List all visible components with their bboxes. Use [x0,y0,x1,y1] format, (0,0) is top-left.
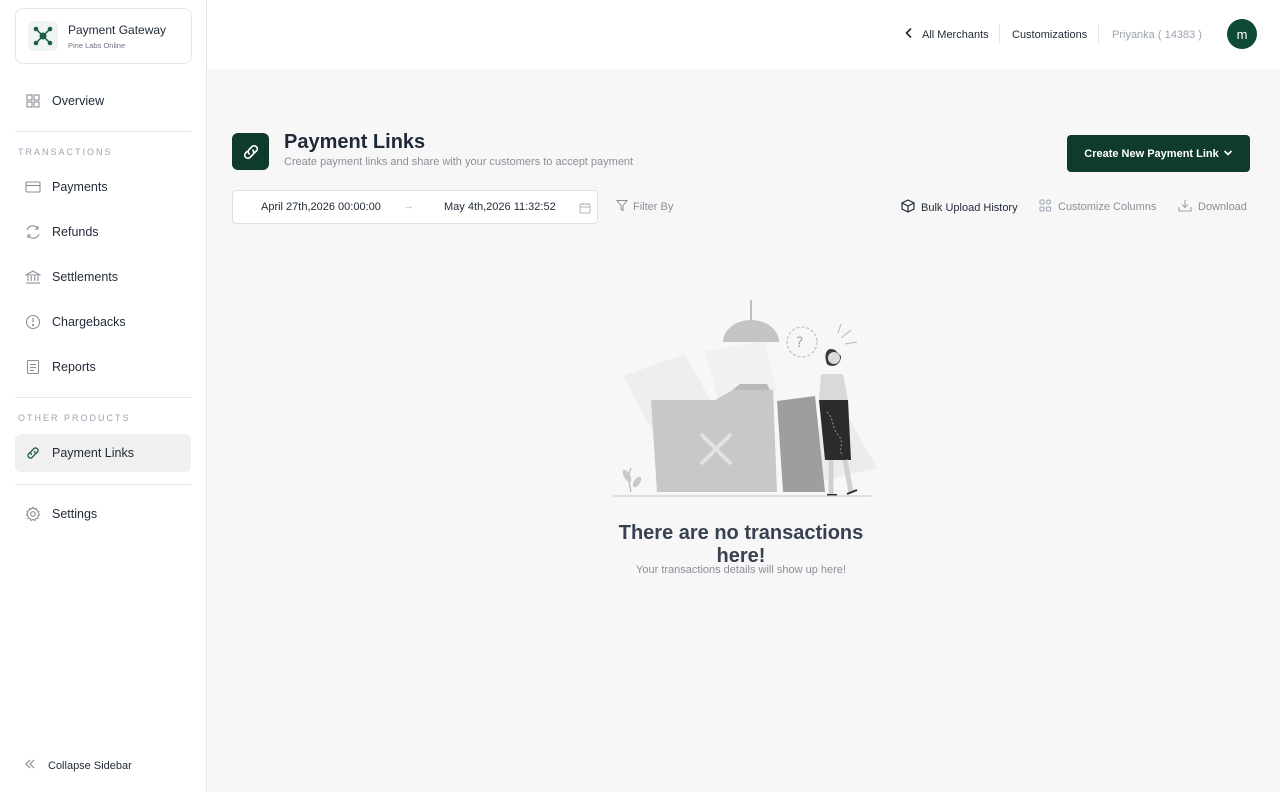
empty-state-title: There are no transactions here! [618,522,864,567]
payment-link-header-icon [232,133,269,170]
double-chevron-left-icon [24,757,36,775]
filter-by-label: Filter By [633,201,674,213]
section-label-other-products: OTHER PRODUCTS [18,413,131,423]
topbar-divider [999,24,1000,44]
sidebar-item-overview[interactable]: Overview [15,83,191,119]
sidebar-item-chargebacks[interactable]: Chargebacks [15,304,191,340]
empty-state-subtitle: Your transactions details will show up h… [636,564,846,576]
sidebar-item-refunds[interactable]: Refunds [15,214,191,250]
sidebar-item-label: Reports [52,360,96,374]
topbar: All Merchants Customizations Priyanka ( … [207,0,1280,69]
download-button[interactable]: Download [1178,199,1247,215]
gear-icon [25,506,41,522]
box-icon [901,199,915,216]
sidebar-item-label: Refunds [52,225,99,239]
create-payment-link-label: Create New Payment Link [1084,147,1219,160]
sidebar-item-label: Settings [52,507,98,521]
sidebar-item-label: Settlements [52,270,119,284]
sidebar-item-label: Payments [52,180,108,194]
topbar-divider [1098,24,1099,44]
bank-icon [25,269,41,285]
sidebar-divider [15,484,191,485]
brand-title: Payment Gateway [68,22,167,37]
section-label-transactions: TRANSACTIONS [18,147,113,157]
download-label: Download [1198,201,1247,213]
empty-state-illustration: ? [605,296,885,506]
brand-card[interactable]: Payment Gateway Pine Labs Online [15,8,192,64]
create-payment-link-button[interactable]: Create New Payment Link [1067,135,1250,172]
sidebar-divider [15,397,191,398]
sidebar-item-settlements[interactable]: Settlements [15,259,191,295]
bulk-upload-history-label: Bulk Upload History [921,201,1018,214]
sidebar-item-payments[interactable]: Payments [15,169,191,205]
date-from[interactable]: April 27th,2026 00:00:00 [261,201,381,213]
brand-subtitle: Pine Labs Online [68,40,126,50]
date-to[interactable]: May 4th,2026 11:32:52 [444,201,556,213]
sidebar-item-settings[interactable]: Settings [15,496,191,532]
bulk-upload-history-button[interactable]: Bulk Upload History [901,199,1018,216]
sidebar-item-label: Chargebacks [52,315,126,329]
download-icon [1178,199,1192,215]
calendar-icon[interactable] [579,201,591,219]
chevron-left-icon [904,27,914,42]
page-title: Payment Links [284,131,426,153]
clock-alert-icon [25,314,41,330]
arrow-right-icon: → [403,200,414,212]
sidebar-item-label: Overview [52,94,105,108]
svg-text:?: ? [796,335,803,351]
date-range-picker[interactable]: April 27th,2026 00:00:00 → May 4th,2026 … [232,190,598,224]
card-icon [25,179,41,195]
filter-funnel-icon [615,199,629,215]
customize-columns-button[interactable]: Customize Columns [1039,199,1156,215]
sidebar-item-reports[interactable]: Reports [15,349,191,385]
customizations-link[interactable]: Customizations [1012,0,1087,69]
chevron-down-icon [1219,148,1233,160]
page-subtitle: Create payment links and share with your… [284,156,634,168]
avatar[interactable]: m [1227,19,1257,49]
user-label[interactable]: Priyanka ( 14383 ) [1112,0,1202,69]
collapse-sidebar-button[interactable]: Collapse Sidebar [24,757,132,775]
refresh-icon [25,224,41,240]
all-merchants-link[interactable]: All Merchants [904,0,989,69]
columns-grid-icon [1039,199,1052,215]
filter-by-button[interactable]: Filter By [615,199,674,215]
all-merchants-label: All Merchants [922,28,989,41]
network-logo-icon [28,21,58,51]
sidebar: Payment Gateway Pine Labs Online Overvie… [0,0,207,792]
sidebar-item-payment-links[interactable]: Payment Links [15,434,191,472]
sidebar-item-label: Payment Links [52,446,134,460]
grid-icon [25,93,41,109]
document-icon [25,359,41,375]
customize-columns-label: Customize Columns [1058,201,1157,213]
sidebar-divider [15,131,191,132]
link-icon [25,445,41,461]
collapse-sidebar-label: Collapse Sidebar [48,760,132,772]
